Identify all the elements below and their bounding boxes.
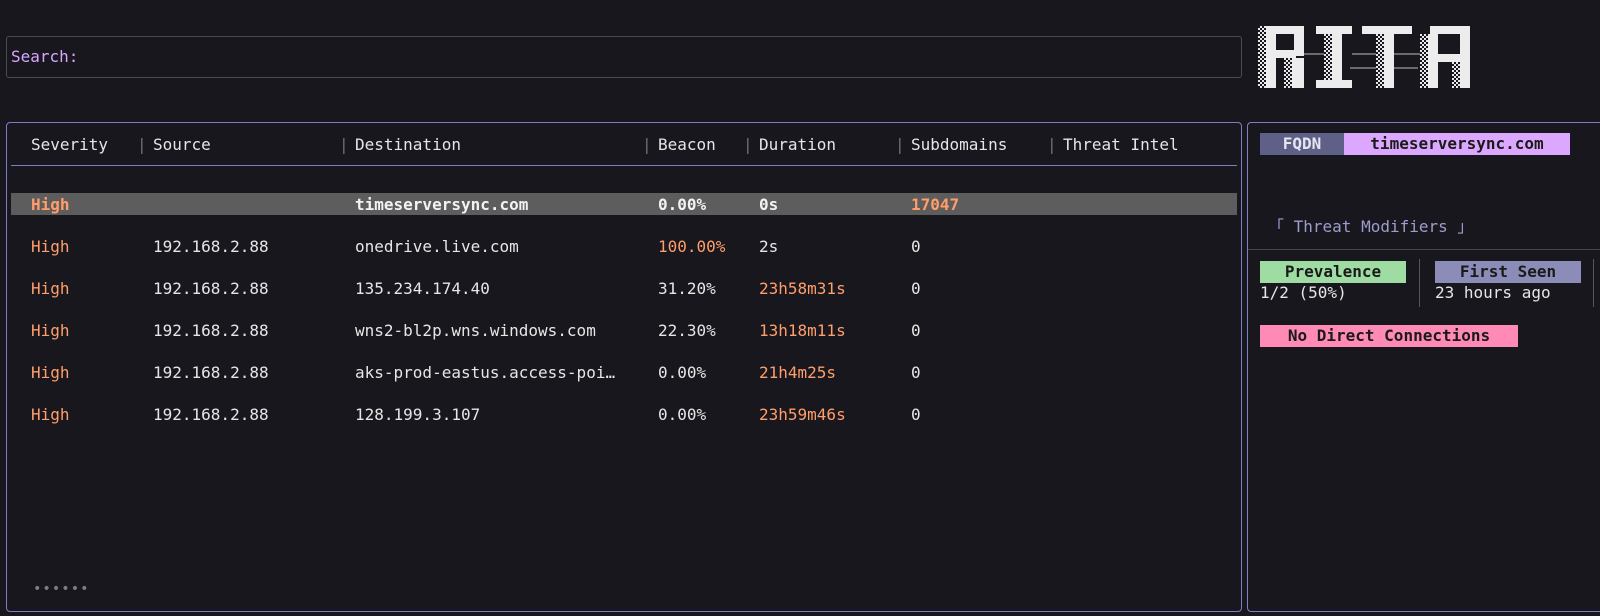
cell-destination: timeserversync.com [355, 195, 529, 214]
detail-panel: FQDN timeserversync.com 「 Threat Modifie… [1247, 122, 1600, 612]
table-row[interactable]: High 192.168.2.88 128.199.3.107 0.00% 23… [11, 403, 1237, 425]
cell-beacon: 100.00% [658, 237, 726, 256]
cell-beacon: 0.00% [658, 363, 707, 382]
cell-severity: High [31, 237, 70, 256]
cell-duration: 13h18m11s [759, 321, 846, 340]
column-header-severity[interactable]: Severity [31, 135, 108, 154]
table-row[interactable]: High timeserversync.com 0.00% 0s 17047 [11, 193, 1237, 215]
cell-duration: 23h58m31s [759, 279, 846, 298]
table-row[interactable]: High 192.168.2.88 135.234.174.40 31.20% … [11, 277, 1237, 299]
column-header-subdomains[interactable]: Subdomains [911, 135, 1007, 154]
cell-subdomains: 17047 [911, 195, 960, 214]
table-row[interactable]: High 192.168.2.88 aks-prod-eastus.access… [11, 361, 1237, 383]
column-header-destination[interactable]: Destination [355, 135, 461, 154]
column-separator: | [137, 135, 147, 154]
column-header-source[interactable]: Source [153, 135, 211, 154]
cell-destination: 128.199.3.107 [355, 405, 481, 424]
column-header-threat-intel[interactable]: Threat Intel [1063, 135, 1179, 154]
cell-duration: 0s [759, 195, 779, 214]
cell-subdomains: 0 [911, 237, 921, 256]
pagination-dots[interactable]: •••••• [33, 581, 90, 597]
first-seen-value: 23 hours ago [1435, 283, 1551, 302]
cell-severity: High [31, 279, 70, 298]
cell-destination: onedrive.live.com [355, 237, 519, 256]
cell-severity: High [31, 195, 70, 214]
cell-subdomains: 0 [911, 405, 921, 424]
cell-duration: 2s [759, 237, 779, 256]
cell-subdomains: 0 [911, 363, 921, 382]
divider [1419, 259, 1420, 307]
cell-subdomains: 0 [911, 321, 921, 340]
cell-subdomains: 0 [911, 279, 921, 298]
column-separator: | [895, 135, 905, 154]
column-header-beacon[interactable]: Beacon [658, 135, 716, 154]
table-row[interactable]: High 192.168.2.88 wns2-bl2p.wns.windows.… [11, 319, 1237, 341]
cell-beacon: 0.00% [658, 195, 707, 214]
cell-destination: 135.234.174.40 [355, 279, 490, 298]
cell-duration: 23h59m46s [759, 405, 846, 424]
cell-beacon: 0.00% [658, 405, 707, 424]
first-seen-badge: First Seen [1435, 261, 1581, 283]
cell-duration: 21h4m25s [759, 363, 837, 382]
column-separator: | [1047, 135, 1057, 154]
cell-severity: High [31, 321, 70, 340]
cell-destination: aks-prod-eastus.access-poi… [355, 363, 616, 382]
cell-destination: wns2-bl2p.wns.windows.com [355, 321, 596, 340]
cell-source: 192.168.2.88 [153, 237, 269, 256]
prevalence-badge: Prevalence [1260, 261, 1406, 283]
column-separator: | [642, 135, 652, 154]
no-direct-connections-badge: No Direct Connections [1260, 325, 1518, 347]
cell-severity: High [31, 363, 70, 382]
fqdn-value: timeserversync.com [1344, 133, 1570, 155]
column-header-duration[interactable]: Duration [759, 135, 836, 154]
results-table: Severity | Source | Destination | Beacon… [6, 122, 1242, 612]
prevalence-value: 1/2 (50%) [1260, 283, 1347, 302]
cell-beacon: 31.20% [658, 279, 716, 298]
search-input[interactable] [93, 43, 1227, 73]
cell-beacon: 22.30% [658, 321, 716, 340]
search-box[interactable]: Search: [6, 36, 1242, 78]
table-header: Severity | Source | Destination | Beacon… [11, 123, 1237, 166]
cell-source: 192.168.2.88 [153, 363, 269, 382]
column-separator: | [339, 135, 349, 154]
divider [1248, 249, 1600, 250]
cell-source: 192.168.2.88 [153, 279, 269, 298]
threat-modifiers-title: 「 Threat Modifiers 」 [1268, 217, 1474, 236]
cell-source: 192.168.2.88 [153, 405, 269, 424]
search-label: Search: [11, 47, 79, 66]
table-row[interactable]: High 192.168.2.88 onedrive.live.com 100.… [11, 235, 1237, 257]
cell-severity: High [31, 405, 70, 424]
divider [1593, 259, 1594, 307]
column-separator: | [743, 135, 753, 154]
cell-source: 192.168.2.88 [153, 321, 269, 340]
rita-logo [1258, 26, 1470, 88]
fqdn-label: FQDN [1260, 133, 1344, 155]
